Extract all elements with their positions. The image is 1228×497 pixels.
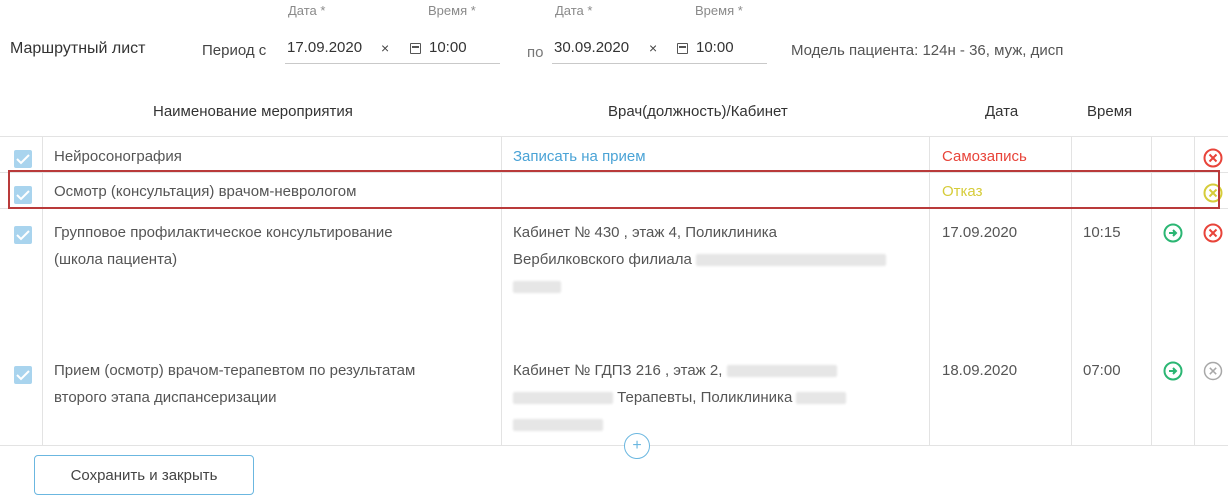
arrow-right-circle-icon[interactable]	[1163, 361, 1183, 381]
event-date: 17.09.2020	[942, 224, 1018, 241]
redacted-text	[513, 419, 603, 432]
column-header-doctor: Врач(должность)/Кабинет	[608, 103, 788, 120]
date-from-label: Дата *	[288, 3, 326, 18]
save-and-close-button[interactable]: Сохранить и закрыть	[34, 455, 254, 495]
event-name-line1: Групповое профилактическое консультирова…	[54, 224, 393, 241]
cancel-circle-red-icon[interactable]	[1203, 223, 1223, 243]
cancel-circle-gray-icon[interactable]	[1203, 361, 1223, 381]
doctor-line3	[513, 413, 603, 437]
time-from-input[interactable]: 10:00	[429, 39, 467, 56]
doctor-line2: Терапевты, Поликлиника	[513, 386, 847, 410]
period-to-label: по	[527, 44, 544, 61]
period-from-label: Период с	[202, 42, 267, 59]
column-header-name: Наименование мероприятия	[153, 103, 353, 120]
redacted-text	[513, 281, 561, 294]
column-header-time: Время	[1087, 103, 1133, 120]
redacted-text	[695, 254, 886, 267]
date-from-input[interactable]: 17.09.2020	[287, 39, 362, 56]
clear-date-from-icon[interactable]: ×	[381, 40, 389, 56]
date-to-input[interactable]: 30.09.2020	[554, 39, 629, 56]
page-title: Маршрутный лист	[10, 40, 146, 57]
event-name-line1: Прием (осмотр) врачом-терапевтом по резу…	[54, 362, 416, 379]
add-row-button[interactable]: +	[624, 433, 650, 459]
calendar-icon[interactable]	[410, 41, 421, 59]
redacted-text	[726, 365, 837, 378]
doctor-line2: Вербилковского филиала	[513, 248, 886, 272]
redacted-text	[513, 392, 613, 405]
cancel-circle-red-icon[interactable]	[1203, 148, 1223, 168]
row-checkbox[interactable]	[14, 366, 32, 384]
arrow-right-circle-icon[interactable]	[1163, 223, 1183, 243]
event-time: 10:15	[1083, 224, 1121, 241]
event-date: 18.09.2020	[942, 362, 1018, 379]
time-from-label: Время *	[428, 3, 476, 18]
event-name-line2: второго этапа диспансеризации	[54, 389, 277, 406]
patient-model: Модель пациента: 124н - 36, муж, дисп	[791, 42, 1064, 59]
column-header-date: Дата	[985, 103, 1019, 120]
redacted-text	[796, 392, 847, 405]
highlight-frame	[8, 170, 1220, 209]
doctor-line3	[513, 275, 561, 299]
period-to-field[interactable]: 30.09.2020 × 10:00	[552, 36, 767, 64]
date-to-label: Дата *	[555, 3, 593, 18]
doctor-line1: Кабинет № ГДПЗ 216 , этаж 2,	[513, 359, 837, 383]
event-date-status: Самозапись	[942, 148, 1027, 165]
time-to-input[interactable]: 10:00	[696, 39, 734, 56]
time-to-label: Время *	[695, 3, 743, 18]
event-name: Нейросонография	[54, 148, 182, 165]
calendar-icon[interactable]	[677, 41, 688, 59]
row-checkbox[interactable]	[14, 150, 32, 168]
book-appointment-link[interactable]: Записать на прием	[513, 145, 646, 169]
event-name-line2: (школа пациента)	[54, 251, 178, 268]
clear-date-to-icon[interactable]: ×	[649, 40, 657, 56]
row-checkbox[interactable]	[14, 226, 32, 244]
event-time: 07:00	[1083, 362, 1121, 379]
period-from-field[interactable]: 17.09.2020 × 10:00	[285, 36, 500, 64]
doctor-line1: Кабинет № 430 , этаж 4, Поликлиника	[513, 224, 777, 241]
